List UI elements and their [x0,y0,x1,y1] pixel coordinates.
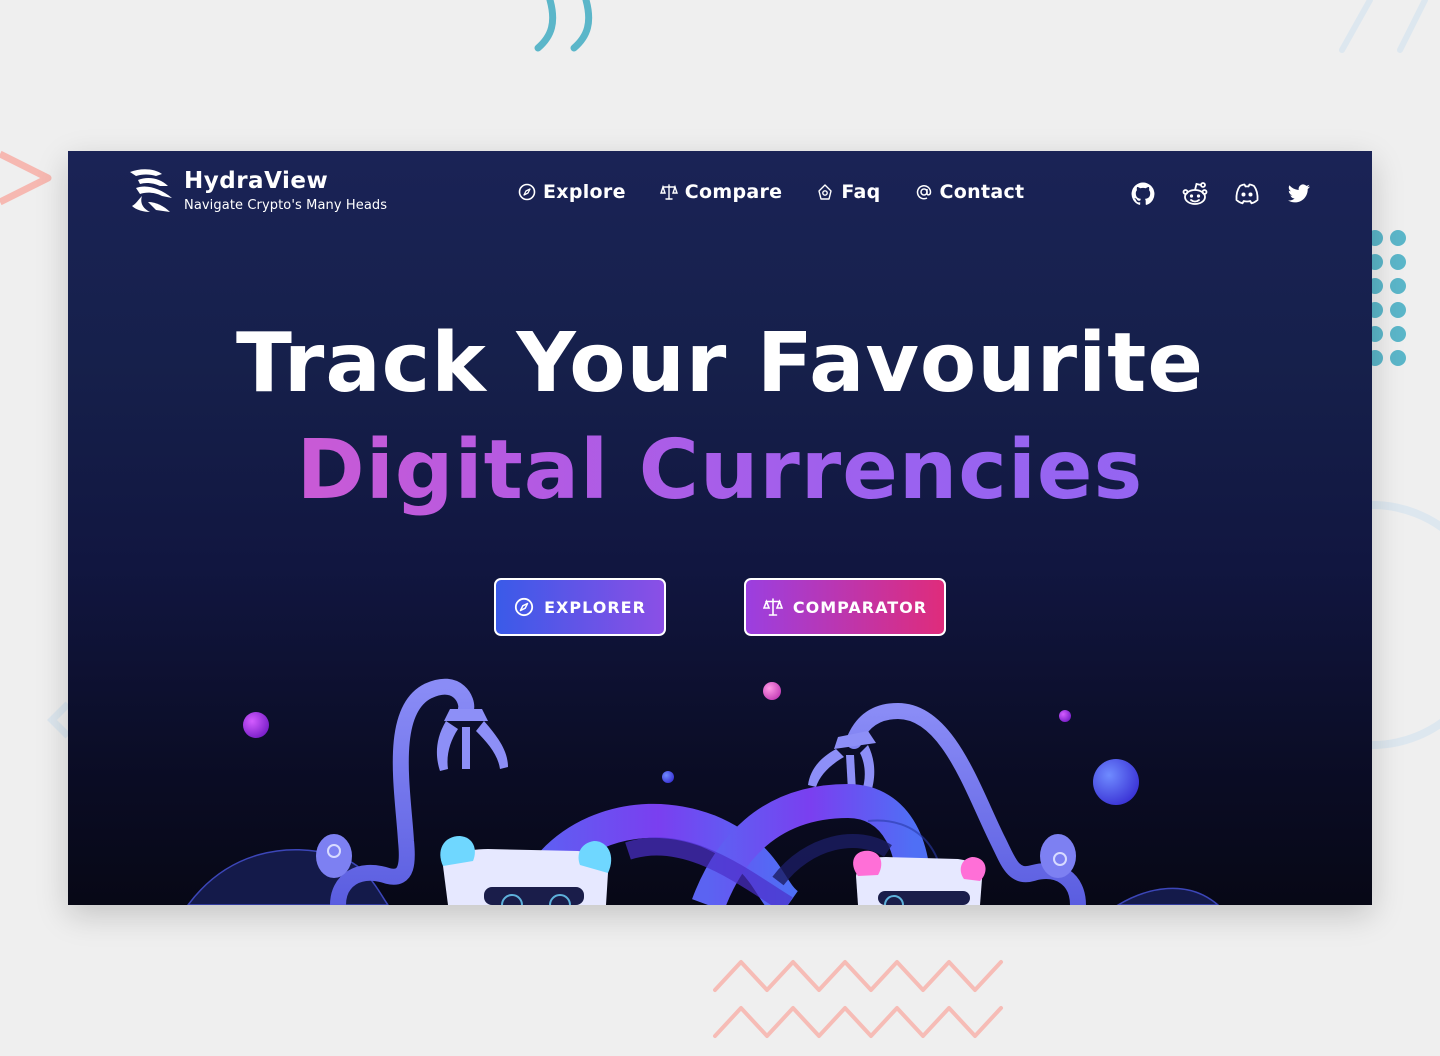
teal-arcs-decoration [534,0,593,52]
explorer-button[interactable]: EXPLORER [494,578,666,636]
salmon-chevron-decoration [0,150,52,206]
landing-card: HydraView Navigate Crypto's Many Heads E… [68,151,1372,905]
nav-item-compare[interactable]: Compare [659,181,783,203]
light-slashes-decoration [1339,0,1428,53]
social-links [1130,181,1312,207]
brand-tagline: Navigate Crypto's Many Heads [184,197,388,213]
nav-item-label: Faq [841,181,881,203]
robots-illustration [187,678,1220,905]
teal-dots-decoration [1367,230,1406,366]
reddit-icon[interactable] [1182,181,1208,207]
nav-item-label: Contact [939,181,1025,203]
hero-subtitle-gradient: Digital Currencies [68,423,1372,519]
nav-item-faq[interactable]: Faq [816,181,880,203]
compass-icon [518,183,536,201]
scales-icon [762,598,783,616]
nav-item-contact[interactable]: Contact [915,181,1025,203]
light-ring-decoration [1371,501,1440,749]
main-nav: Explore Compare Faq Contact [518,181,1024,203]
discord-icon[interactable] [1234,181,1260,207]
flower-icon [818,184,833,200]
explorer-button-label: EXPLORER [544,597,646,617]
compass-icon [514,597,534,617]
salmon-zigzag-decoration [713,960,1003,1038]
hero-title: Track Your Favourite [235,316,1204,411]
hydra-logo-icon [130,169,172,212]
comparator-button-label: COMPARATOR [792,597,928,617]
at-icon [916,185,931,200]
brand[interactable]: HydraView Navigate Crypto's Many Heads [126,166,387,216]
nav-item-label: Compare [684,181,783,203]
github-icon[interactable] [1130,181,1156,207]
comparator-button[interactable]: COMPARATOR [744,578,946,636]
brand-name: HydraView [184,167,329,194]
scales-icon [659,184,678,200]
nav-item-label: Explore [543,181,626,203]
twitter-icon[interactable] [1286,181,1312,207]
nav-item-explore[interactable]: Explore [518,181,626,203]
